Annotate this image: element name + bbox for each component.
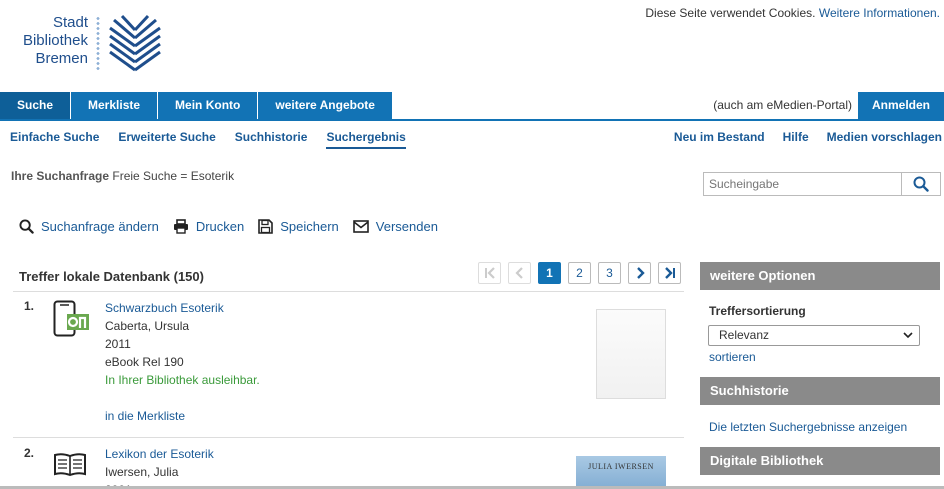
- book-cover-image[interactable]: JULIA IWERSEN: [576, 456, 666, 486]
- main-navigation: Suche Merkliste Mein Konto weitere Angeb…: [0, 92, 393, 119]
- page-2-button[interactable]: 2: [568, 262, 591, 284]
- query-label: Ihre Suchanfrage: [11, 169, 110, 183]
- subnav-suchergebnis[interactable]: Suchergebnis: [326, 130, 406, 149]
- save-action[interactable]: Speichern: [258, 219, 339, 234]
- search-box: [703, 172, 941, 196]
- print-action[interactable]: Drucken: [173, 219, 244, 234]
- cookie-text: Diese Seite verwendet Cookies.: [645, 6, 816, 20]
- tab-suche[interactable]: Suche: [0, 92, 72, 119]
- library-logo[interactable]: Stadt Bibliothek Bremen: [8, 14, 168, 76]
- subnav-einfache-suche[interactable]: Einfache Suche: [10, 130, 99, 149]
- search-query: Ihre Suchanfrage Freie Suche = Esoterik: [11, 169, 234, 183]
- sort-selected-value: Relevanz: [719, 328, 770, 342]
- result-availability: In Ihrer Bibliothek ausleihbar.: [105, 373, 260, 387]
- sort-label: Treffersortierung: [709, 304, 806, 318]
- logo-line-1: Stadt: [52, 14, 88, 31]
- cover-text: JULIA IWERSEN: [588, 462, 654, 471]
- prev-page-button[interactable]: [508, 262, 531, 284]
- add-to-bookmarks-link[interactable]: in die Merkliste: [105, 409, 185, 423]
- result-author: Caberta, Ursula: [105, 319, 190, 333]
- envelope-icon: [352, 220, 369, 233]
- results-count-title: Treffer lokale Datenbank (150): [19, 269, 204, 284]
- search-button[interactable]: [902, 172, 941, 196]
- print-label: Drucken: [195, 219, 245, 234]
- last-page-icon: [664, 267, 675, 279]
- cookie-notice: Diese Seite verwendet Cookies. Weitere I…: [645, 6, 940, 20]
- page-3-button[interactable]: 3: [598, 262, 621, 284]
- pagination: 1 2 3: [478, 262, 681, 284]
- subnav-erweiterte-suche[interactable]: Erweiterte Suche: [118, 130, 215, 149]
- chevron-right-icon: [636, 267, 645, 279]
- subnav-medien-vorschlagen[interactable]: Medien vorschlagen: [827, 130, 942, 144]
- tab-weitere-angebote[interactable]: weitere Angebote: [258, 92, 393, 119]
- next-page-button[interactable]: [628, 262, 651, 284]
- result-title-link[interactable]: Lexikon der Esoterik: [105, 447, 214, 461]
- first-page-button[interactable]: [478, 262, 501, 284]
- sort-link[interactable]: sortieren: [709, 350, 756, 364]
- sub-navigation: Einfache Suche Erweiterte Suche Suchhist…: [10, 130, 406, 149]
- first-page-icon: [484, 267, 495, 279]
- book-icon: [54, 453, 86, 477]
- login-button[interactable]: Anmelden: [858, 92, 944, 119]
- result-author: Iwersen, Julia: [105, 465, 179, 479]
- logo-text: Stadt Bibliothek Bremen: [8, 14, 88, 68]
- chevron-down-icon: [903, 332, 913, 339]
- result-info: Schwarzbuch Esoterik Caberta, Ursula 201…: [105, 299, 260, 425]
- ebook-onleihe-icon: [53, 300, 89, 337]
- result-title-link[interactable]: Schwarzbuch Esoterik: [105, 301, 224, 315]
- open-book-logo-icon: [109, 14, 161, 72]
- nav-divider: [0, 119, 944, 121]
- cover-placeholder[interactable]: [596, 309, 666, 399]
- sort-select[interactable]: Relevanz: [708, 325, 920, 346]
- send-action[interactable]: Versenden: [352, 219, 438, 234]
- tab-merkliste[interactable]: Merkliste: [71, 92, 159, 119]
- emedien-note: (auch am eMedien-Portal): [713, 98, 852, 112]
- last-page-button[interactable]: [658, 262, 681, 284]
- sidebar-options-header: weitere Optionen: [700, 262, 940, 290]
- floppy-disk-icon: [258, 219, 274, 234]
- sidebar-history-header: Suchhistorie: [700, 377, 940, 405]
- tab-mein-konto[interactable]: Mein Konto: [158, 92, 259, 119]
- search-icon: [19, 219, 34, 234]
- history-results-link[interactable]: Die letzten Suchergebnisse anzeigen: [709, 420, 907, 434]
- result-row: 1. Schwarzbuch Esoterik Caberta, Ursula …: [13, 292, 684, 437]
- cookie-info-link[interactable]: Weitere Informationen.: [819, 6, 940, 20]
- save-label: Speichern: [280, 219, 339, 234]
- result-actions: Suchanfrage ändern Drucken Speichern Ver…: [19, 219, 438, 234]
- result-row: 2. Lexikon der Esoterik Iwersen, Julia 2…: [13, 438, 684, 486]
- result-number: 2.: [24, 446, 35, 460]
- subnav-hilfe[interactable]: Hilfe: [783, 130, 809, 144]
- search-input[interactable]: [703, 172, 902, 196]
- sidebar-digital-library-header: Digitale Bibliothek: [700, 447, 940, 475]
- send-label: Versenden: [375, 219, 438, 234]
- logo-line-3: Bremen: [35, 50, 88, 67]
- result-number: 1.: [24, 299, 35, 313]
- result-year: 2011: [105, 337, 131, 351]
- printer-icon: [173, 219, 188, 234]
- page-1-button[interactable]: 1: [538, 262, 561, 284]
- result-shelfmark: eBook Rel 190: [105, 355, 184, 369]
- result-info: Lexikon der Esoterik Iwersen, Julia 2001: [105, 445, 214, 486]
- modify-query-label: Suchanfrage ändern: [41, 219, 159, 234]
- query-value: Freie Suche = Esoterik: [112, 169, 235, 183]
- modify-query-action[interactable]: Suchanfrage ändern: [19, 219, 159, 234]
- sub-navigation-right: Neu im Bestand Hilfe Medien vorschlagen: [674, 130, 942, 144]
- subnav-suchhistorie[interactable]: Suchhistorie: [235, 130, 308, 149]
- subnav-neu-im-bestand[interactable]: Neu im Bestand: [674, 130, 765, 144]
- logo-dots: [96, 16, 100, 72]
- search-icon: [913, 176, 929, 192]
- logo-line-2: Bibliothek: [22, 32, 88, 49]
- chevron-left-icon: [514, 267, 523, 279]
